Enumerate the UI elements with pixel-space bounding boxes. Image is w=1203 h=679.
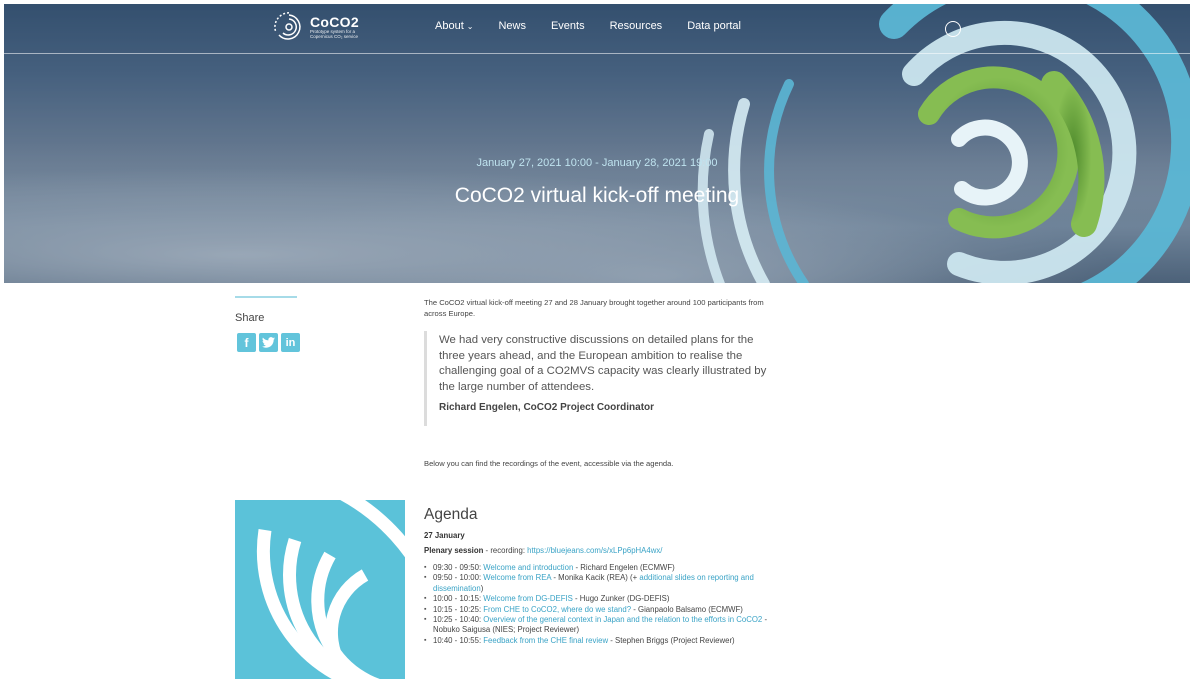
logo-spiral-icon	[274, 12, 301, 40]
intro-paragraph: The CoCO2 virtual kick-off meeting 27 an…	[424, 298, 764, 318]
agenda-time: 10:00 - 10:15:	[433, 594, 484, 604]
nav-item-news[interactable]: News	[498, 20, 526, 32]
quote-author: Richard Engelen, CoCO2 Project Coordinat…	[439, 402, 655, 414]
nav-menu: About ⌄ News Events Resources Data portal	[435, 20, 766, 32]
search-icon[interactable]	[945, 21, 961, 37]
share-divider	[235, 296, 297, 298]
plenary-text: - recording:	[483, 546, 528, 555]
blockquote: We had very constructive discussions on …	[424, 331, 774, 426]
linkedin-icon[interactable]: in	[281, 333, 300, 352]
recordings-text: Below you can find the recordings of the…	[424, 459, 674, 468]
agenda-speaker: - Gianpaolo Balsamo (ECMWF)	[631, 604, 743, 614]
plenary-recording-link[interactable]: https://bluejeans.com/s/xLPp6pHA4wx/	[527, 546, 662, 555]
quote-text: We had very constructive discussions on …	[439, 334, 767, 393]
plenary-session: Plenary session - recording: https://blu…	[424, 546, 784, 555]
agenda-spiral-image	[235, 500, 405, 679]
agenda-speaker: - Stephen Briggs (Project Reviewer)	[608, 635, 735, 645]
agenda-speaker: - Monika Kacik (REA) (+	[551, 573, 640, 583]
agenda-link[interactable]: Feedback from the CHE final review	[483, 636, 608, 645]
list-item: 10:40 - 10:55: Feedback from the CHE fin…	[424, 635, 784, 647]
agenda-link[interactable]: Overview of the general context in Japan…	[483, 615, 762, 624]
list-item: 10:25 - 10:40: Overview of the general c…	[424, 615, 784, 636]
list-item: 09:50 - 10:00: Welcome from REA - Monika…	[424, 573, 784, 594]
nav-item-label: About	[435, 20, 464, 32]
agenda-list: 09:30 - 09:50: Welcome and introduction …	[424, 563, 784, 647]
nav-item-events[interactable]: Events	[551, 20, 585, 32]
nav-item-resources[interactable]: Resources	[610, 20, 663, 32]
agenda-time: 09:30 - 09:50:	[433, 563, 484, 572]
share-buttons: f in	[237, 333, 300, 352]
nav-item-about[interactable]: About ⌄	[435, 20, 473, 32]
agenda-link[interactable]: Welcome from REA	[483, 573, 551, 582]
agenda-speaker: - Richard Engelen (ECMWF)	[573, 563, 675, 572]
share-label: Share	[235, 312, 265, 324]
agenda-time: 10:25 - 10:40:	[433, 615, 484, 625]
brand-tagline: Prototype system for a Copernicus CO₂ se…	[310, 29, 359, 39]
agenda-time: 10:15 - 10:25:	[433, 604, 484, 614]
site-logo[interactable]: CoCO2 Prototype system for a Copernicus …	[274, 12, 370, 42]
page-title: CoCO2 virtual kick-off meeting	[454, 184, 740, 207]
nav-item-data-portal[interactable]: Data portal	[687, 20, 741, 32]
brand-name: CoCO2	[310, 14, 359, 30]
event-date: January 27, 2021 10:00 - January 28, 202…	[476, 157, 718, 169]
agenda-title: Agenda	[424, 506, 478, 523]
list-item: 09:30 - 09:50: Welcome and introduction …	[424, 563, 784, 574]
list-item: 10:00 - 10:15: Welcome from DG-DEFIS - H…	[424, 594, 784, 605]
agenda-speaker: - Hugo Zunker (DG-DEFIS)	[572, 594, 670, 604]
facebook-icon[interactable]: f	[237, 333, 256, 352]
agenda-link[interactable]: From CHE to CoCO2, where do we stand?	[483, 605, 631, 614]
agenda-day: 27 January	[424, 531, 465, 540]
plenary-label: Plenary session	[424, 546, 484, 555]
agenda-text: )	[480, 583, 484, 593]
agenda-time: 09:50 - 10:00:	[433, 573, 484, 583]
agenda-link[interactable]: Welcome and introduction	[483, 563, 573, 572]
agenda-section: Agenda 27 January Plenary session - reco…	[424, 506, 784, 647]
hero-banner: CoCO2 Prototype system for a Copernicus …	[4, 4, 1190, 283]
agenda-time: 10:40 - 10:55:	[433, 635, 484, 645]
twitter-icon[interactable]	[259, 333, 278, 352]
list-item: 10:15 - 10:25: From CHE to CoCO2, where …	[424, 604, 784, 616]
agenda-link[interactable]: Welcome from DG-DEFIS	[483, 594, 573, 603]
chevron-down-icon: ⌄	[466, 21, 474, 31]
top-navigation: CoCO2 Prototype system for a Copernicus …	[4, 4, 1190, 54]
